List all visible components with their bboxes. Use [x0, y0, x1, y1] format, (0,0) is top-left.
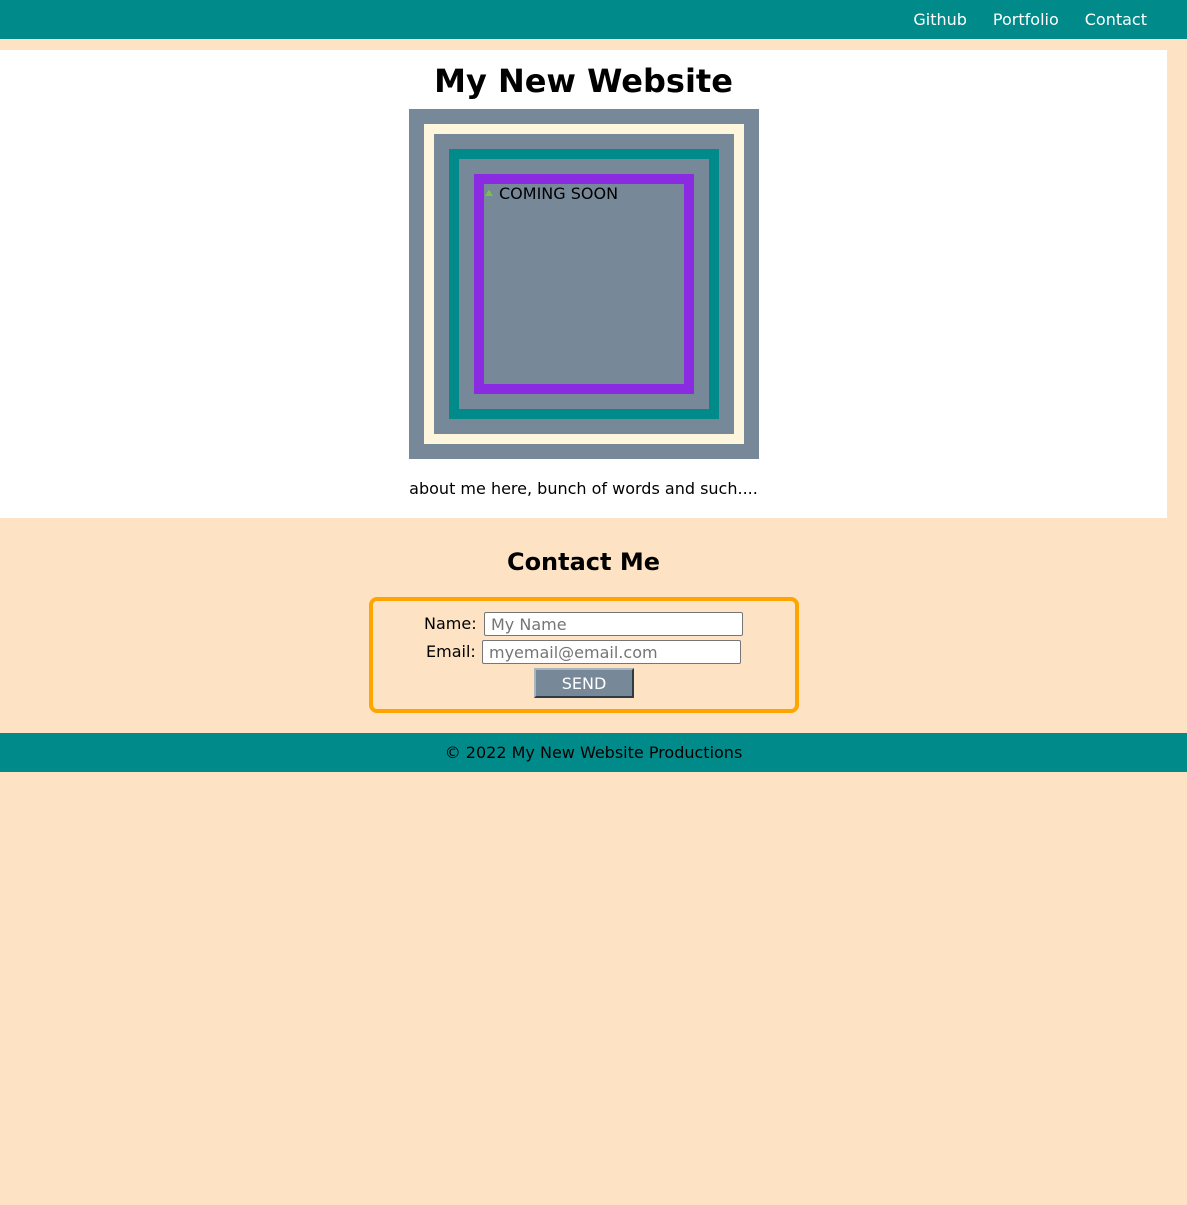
broken-image-icon	[484, 186, 498, 202]
footer: © 2022 My New Website Productions	[0, 733, 1187, 772]
name-label: Name:	[424, 614, 477, 633]
image-alt-text: COMING SOON	[499, 184, 619, 203]
nav-links: Github Portfolio Contact	[913, 0, 1147, 39]
email-input[interactable]	[482, 640, 741, 664]
nav-link-portfolio[interactable]: Portfolio	[993, 10, 1059, 29]
page-title: My New Website	[434, 62, 733, 100]
email-label: Email:	[426, 642, 476, 661]
profile-image-placeholder	[484, 184, 684, 384]
copyright-text: © 2022 My New Website Productions	[444, 743, 743, 762]
broken-image: COMING SOON	[484, 184, 618, 204]
nav-link-github[interactable]: Github	[913, 10, 967, 29]
top-nav-bar: Github Portfolio Contact	[0, 0, 1187, 39]
nav-link-contact[interactable]: Contact	[1085, 10, 1147, 29]
about-text: about me here, bunch of words and such..…	[409, 479, 758, 498]
send-button[interactable]: SEND	[534, 668, 634, 698]
name-input[interactable]	[484, 612, 743, 636]
contact-heading: Contact Me	[506, 548, 661, 576]
